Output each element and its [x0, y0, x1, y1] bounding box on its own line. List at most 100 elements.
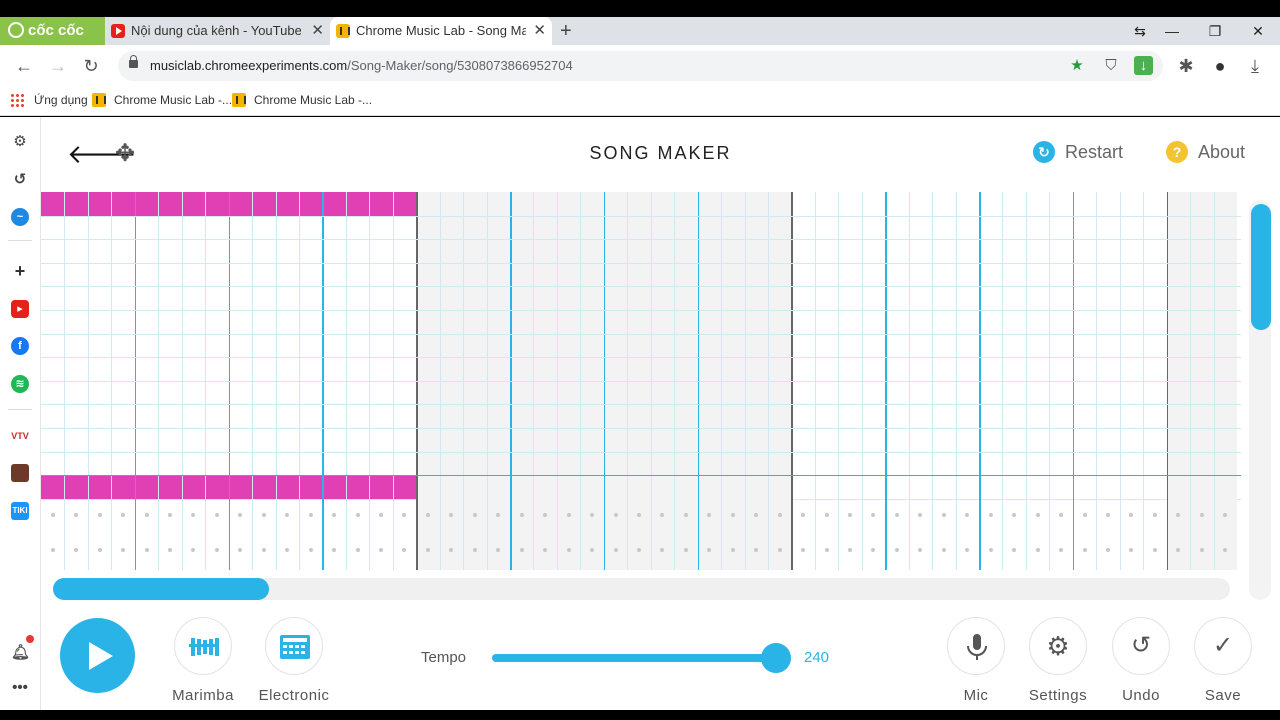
- rhythm-dot[interactable]: [918, 548, 923, 552]
- tab-youtube[interactable]: Nội dung của kênh - YouTube ✕: [105, 17, 330, 45]
- rhythm-dot[interactable]: [425, 548, 430, 552]
- rhythm-dot[interactable]: [683, 513, 688, 517]
- forward-icon[interactable]: →: [45, 53, 71, 79]
- rhythm-dot[interactable]: [1152, 513, 1157, 517]
- rhythm-dot[interactable]: [50, 548, 55, 552]
- rhythm-dot[interactable]: [238, 513, 243, 517]
- rhythm-dot[interactable]: [332, 513, 337, 517]
- undo-button[interactable]: ↺ Undo: [1096, 617, 1186, 704]
- rhythm-dot[interactable]: [965, 548, 970, 552]
- rhythm-dot[interactable]: [636, 513, 641, 517]
- reload-icon[interactable]: ↻: [78, 53, 104, 79]
- rhythm-dot[interactable]: [519, 513, 524, 517]
- rhythm-dot[interactable]: [801, 548, 806, 552]
- rhythm-dot[interactable]: [848, 513, 853, 517]
- downloads-icon[interactable]: ⤓: [1242, 53, 1268, 79]
- facebook-icon[interactable]: f: [11, 337, 29, 355]
- tempo-slider-track[interactable]: [492, 654, 776, 662]
- rhythm-dot[interactable]: [824, 548, 829, 552]
- rhythm-dot[interactable]: [1152, 548, 1157, 552]
- rhythm-dot[interactable]: [918, 513, 923, 517]
- play-button[interactable]: [60, 618, 135, 693]
- rhythm-dot[interactable]: [308, 513, 313, 517]
- youtube-icon[interactable]: ▸: [11, 300, 29, 318]
- rhythm-dot[interactable]: [519, 548, 524, 552]
- more-icon[interactable]: •••: [11, 679, 29, 697]
- rhythm-dot[interactable]: [730, 548, 735, 552]
- notification-icon[interactable]: 🔔︎: [11, 644, 30, 662]
- rhythm-dot[interactable]: [472, 548, 477, 552]
- download-icon[interactable]: ↓: [1134, 56, 1153, 75]
- rhythm-dot[interactable]: [988, 548, 993, 552]
- extensions-icon[interactable]: ✱: [1173, 53, 1199, 79]
- bookmark-apps[interactable]: Ứng dụng: [12, 87, 88, 113]
- tab-search-icon[interactable]: ⇆: [1125, 17, 1155, 45]
- star-icon[interactable]: ★: [1066, 55, 1088, 77]
- rhythm-dot[interactable]: [871, 548, 876, 552]
- address-bar[interactable]: musiclab.chromeexperiments.com/Song-Make…: [118, 51, 1163, 81]
- tempo-slider-handle[interactable]: [761, 643, 791, 673]
- rhythm-dot[interactable]: [941, 548, 946, 552]
- rhythm-dot[interactable]: [191, 548, 196, 552]
- rhythm-dot[interactable]: [144, 548, 149, 552]
- rhythm-dot[interactable]: [50, 513, 55, 517]
- rhythm-dot[interactable]: [355, 548, 360, 552]
- rhythm-dot[interactable]: [965, 513, 970, 517]
- rhythm-dot[interactable]: [261, 513, 266, 517]
- rhythm-dot[interactable]: [167, 513, 172, 517]
- rhythm-dot[interactable]: [1035, 548, 1040, 552]
- rhythm-dot[interactable]: [285, 513, 290, 517]
- spotify-icon[interactable]: ≋: [11, 375, 29, 393]
- shield-icon[interactable]: ⛉: [1100, 55, 1122, 77]
- rhythm-dot[interactable]: [988, 513, 993, 517]
- rhythm-dot[interactable]: [1082, 513, 1087, 517]
- rhythm-dot[interactable]: [566, 548, 571, 552]
- profile-icon[interactable]: ●: [1207, 53, 1233, 79]
- rhythm-dot[interactable]: [402, 513, 407, 517]
- restart-button[interactable]: ↻ Restart: [1033, 141, 1123, 163]
- rhythm-dot[interactable]: [1105, 548, 1110, 552]
- rhythm-dot[interactable]: [402, 548, 407, 552]
- rhythm-dot[interactable]: [1059, 513, 1064, 517]
- rhythm-dot[interactable]: [1199, 548, 1204, 552]
- horizontal-scrollbar[interactable]: [53, 578, 269, 600]
- rhythm-dot[interactable]: [1035, 513, 1040, 517]
- rhythm-dot[interactable]: [777, 548, 782, 552]
- rhythm-dot[interactable]: [1012, 548, 1017, 552]
- rhythm-dot[interactable]: [613, 548, 618, 552]
- game-icon[interactable]: [11, 464, 29, 482]
- rhythm-dot[interactable]: [683, 548, 688, 552]
- history-icon[interactable]: ↺: [11, 171, 29, 189]
- messenger-icon[interactable]: ~: [11, 208, 29, 226]
- settings-icon[interactable]: ⚙: [11, 133, 29, 151]
- tab-song-maker[interactable]: Chrome Music Lab - Song Maker ✕: [330, 17, 552, 45]
- rhythm-dot[interactable]: [379, 513, 384, 517]
- bookmark-music-lab[interactable]: Chrome Music Lab -...: [92, 87, 232, 113]
- settings-button[interactable]: ⚙ Settings: [1013, 617, 1103, 704]
- back-icon[interactable]: ←: [11, 53, 37, 79]
- new-tab-icon[interactable]: +: [560, 17, 572, 45]
- rhythm-dot[interactable]: [285, 548, 290, 552]
- rhythm-dot[interactable]: [97, 513, 102, 517]
- rhythm-dot[interactable]: [636, 548, 641, 552]
- rhythm-dot[interactable]: [1199, 513, 1204, 517]
- rhythm-dot[interactable]: [425, 513, 430, 517]
- minimize-icon[interactable]: —: [1157, 17, 1187, 45]
- rhythm-dot[interactable]: [167, 548, 172, 552]
- vtv-icon[interactable]: VTV: [11, 427, 29, 445]
- bookmark-music-lab[interactable]: Chrome Music Lab -...: [232, 87, 372, 113]
- rhythm-dot[interactable]: [894, 513, 899, 517]
- rhythm-dot[interactable]: [730, 513, 735, 517]
- rhythm-dot[interactable]: [214, 548, 219, 552]
- rhythm-dot[interactable]: [1012, 513, 1017, 517]
- rhythm-dot[interactable]: [74, 513, 79, 517]
- rhythm-dot[interactable]: [355, 513, 360, 517]
- rhythm-dot[interactable]: [848, 548, 853, 552]
- rhythm-dot[interactable]: [121, 513, 126, 517]
- rhythm-dot[interactable]: [1129, 513, 1134, 517]
- rhythm-dot[interactable]: [894, 548, 899, 552]
- percussion-button[interactable]: Electronic: [249, 617, 339, 704]
- close-icon[interactable]: ✕: [311, 17, 324, 45]
- rhythm-dot[interactable]: [801, 513, 806, 517]
- rhythm-dot[interactable]: [191, 513, 196, 517]
